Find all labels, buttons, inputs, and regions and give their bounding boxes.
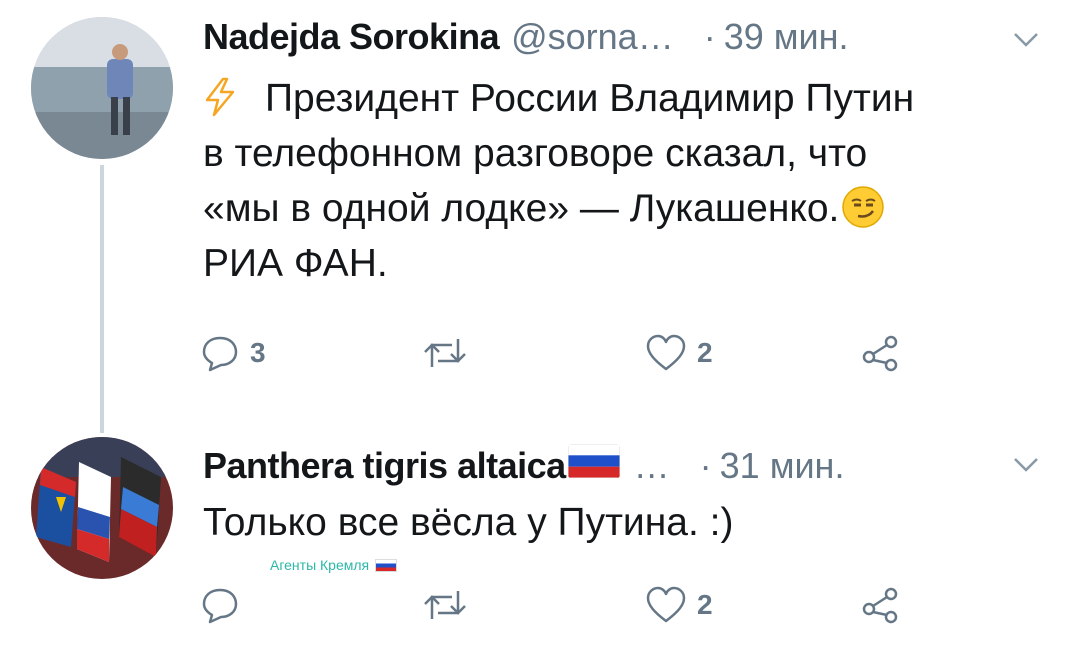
chevron-down-icon[interactable] [1012, 455, 1040, 475]
tweet-line: Президент России Владимир Путин [203, 71, 914, 126]
tweet-line: в телефонном разговоре сказал, что [203, 132, 868, 175]
tweet-body: Президент России Владимир Путин в телефо… [203, 71, 914, 291]
author-handle[interactable]: @sorna… [511, 16, 674, 58]
like-button[interactable]: 2 [645, 330, 713, 376]
like-count: 2 [697, 589, 713, 620]
reply-icon [202, 588, 238, 624]
author-name[interactable]: Nadejda Sorokina [203, 16, 500, 58]
thread-connector-line [100, 165, 104, 433]
author-handle[interactable]: … [634, 445, 670, 487]
retweet-button[interactable] [422, 582, 478, 628]
reply-count: 3 [250, 337, 266, 368]
tweet-timestamp[interactable]: 31 мин. [720, 445, 845, 487]
chevron-down-icon[interactable] [1012, 30, 1040, 50]
avatar-nadejda[interactable] [31, 17, 173, 159]
share-icon [862, 335, 898, 372]
tweet-header: Panthera tigris altaica … · 31 мин. [203, 444, 844, 487]
tweet-line: Только все вёсла у Путина. :) [203, 501, 734, 544]
reply-icon [202, 336, 238, 372]
tweet-actions: 2 [200, 582, 920, 628]
tweet-line-text: Президент России Владимир Путин [265, 77, 915, 120]
share-button[interactable] [860, 330, 900, 376]
share-icon [862, 587, 898, 624]
like-count: 2 [697, 337, 713, 368]
tweet-actions: 3 2 [200, 330, 920, 376]
tweet-line: РИА ФАН. [203, 242, 388, 285]
heart-icon [646, 586, 686, 623]
high-voltage-icon [205, 77, 235, 117]
avatar-panthera[interactable] [31, 437, 173, 579]
tweet-header: Nadejda Sorokina @sorna… · 39 мин. [203, 16, 849, 58]
tweet-line-text: «мы в одной лодке» — Лукашенко. [203, 187, 840, 230]
retweet-icon [424, 591, 466, 619]
author-name[interactable]: Panthera tigris altaica [203, 445, 566, 487]
like-button[interactable]: 2 [645, 582, 713, 628]
watermark: Агенты Кремля [270, 557, 398, 573]
heart-icon [646, 334, 686, 371]
separator-dot: · [699, 445, 712, 486]
share-button[interactable] [860, 582, 900, 628]
tweet-line: «мы в одной лодке» — Лукашенко. [203, 181, 914, 236]
russia-flag-icon [567, 444, 620, 478]
retweet-icon [424, 339, 466, 367]
separator-dot: · [703, 16, 716, 57]
reply-button[interactable] [200, 582, 250, 628]
smirking-face-icon [842, 186, 885, 228]
russia-flag-mini-icon [375, 558, 398, 572]
watermark-text: Агенты Кремля [270, 557, 370, 573]
tweet-timestamp[interactable]: 39 мин. [724, 16, 849, 58]
retweet-button[interactable] [422, 330, 478, 376]
tweet-body: Только все вёсла у Путина. :) [203, 495, 733, 550]
reply-button[interactable]: 3 [200, 330, 266, 376]
